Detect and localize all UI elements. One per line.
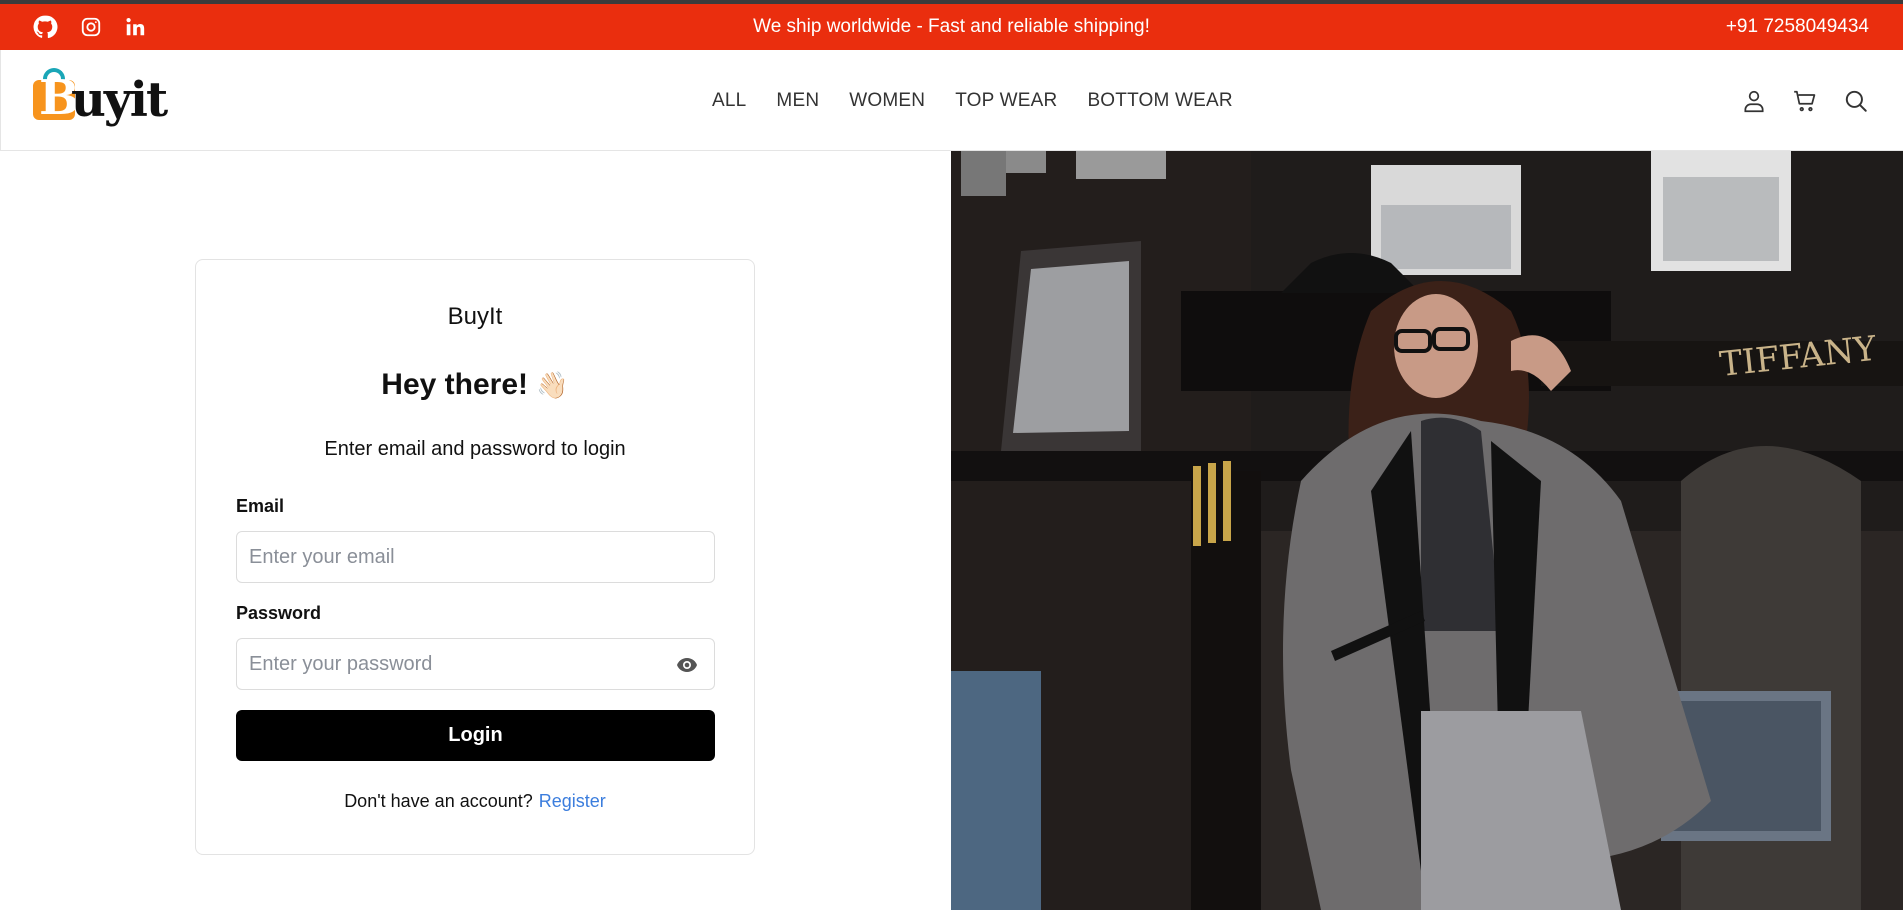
- form-heading: Hey there! 👋🏻: [196, 368, 754, 402]
- password-field-wrapper: [236, 638, 715, 690]
- nav-item-top-wear[interactable]: TOP WEAR: [955, 90, 1057, 112]
- email-field-wrapper: [236, 531, 715, 583]
- password-field[interactable]: [237, 639, 714, 689]
- shipping-message: We ship worldwide - Fast and reliable sh…: [753, 16, 1150, 37]
- nav-item-women[interactable]: WOMEN: [849, 90, 925, 112]
- nav-item-all[interactable]: ALL: [712, 90, 746, 112]
- cart-icon[interactable]: [1791, 88, 1819, 114]
- instagram-icon[interactable]: [80, 16, 102, 38]
- login-section: BuyIt Hey there! 👋🏻 Enter email and pass…: [0, 151, 951, 910]
- form-brand: BuyIt: [447, 303, 503, 330]
- announcement-bar: We ship worldwide - Fast and reliable sh…: [0, 4, 1903, 50]
- register-prompt: Don't have an account? Register: [196, 791, 754, 812]
- nav-item-men[interactable]: MEN: [776, 90, 819, 112]
- form-heading-text: Hey there!: [381, 368, 528, 401]
- brand-logo[interactable]: B uyit: [33, 66, 168, 130]
- login-form: BuyIt Hey there! 👋🏻 Enter email and pass…: [195, 259, 755, 855]
- register-prompt-text: Don't have an account?: [344, 791, 533, 811]
- logo-wordmark: uyit: [71, 72, 168, 128]
- form-subtitle: Enter email and password to login: [324, 438, 626, 460]
- email-label: Email: [236, 496, 285, 516]
- github-icon[interactable]: [32, 14, 58, 40]
- eye-icon[interactable]: [676, 657, 698, 673]
- wave-emoji: 👋🏻: [536, 370, 569, 400]
- user-icon[interactable]: [1741, 88, 1767, 114]
- register-link[interactable]: Register: [539, 791, 606, 811]
- email-field[interactable]: [237, 532, 714, 582]
- main-nav: ALL MEN WOMEN TOP WEAR BOTTOM WEAR: [712, 50, 1233, 151]
- nav-item-bottom-wear[interactable]: BOTTOM WEAR: [1087, 90, 1232, 112]
- password-label: Password: [236, 603, 322, 623]
- linkedin-icon[interactable]: [124, 16, 146, 38]
- social-links: [32, 4, 146, 50]
- phone-number: +91 7258049434: [1725, 16, 1869, 37]
- header-actions: [1741, 50, 1869, 151]
- site-header: B uyit ALL MEN WOMEN TOP WEAR BOTTOM WEA…: [0, 50, 1903, 151]
- search-icon[interactable]: [1843, 88, 1869, 114]
- login-button[interactable]: Login: [236, 710, 715, 761]
- hero-image: TIFFANY: [951, 151, 1903, 910]
